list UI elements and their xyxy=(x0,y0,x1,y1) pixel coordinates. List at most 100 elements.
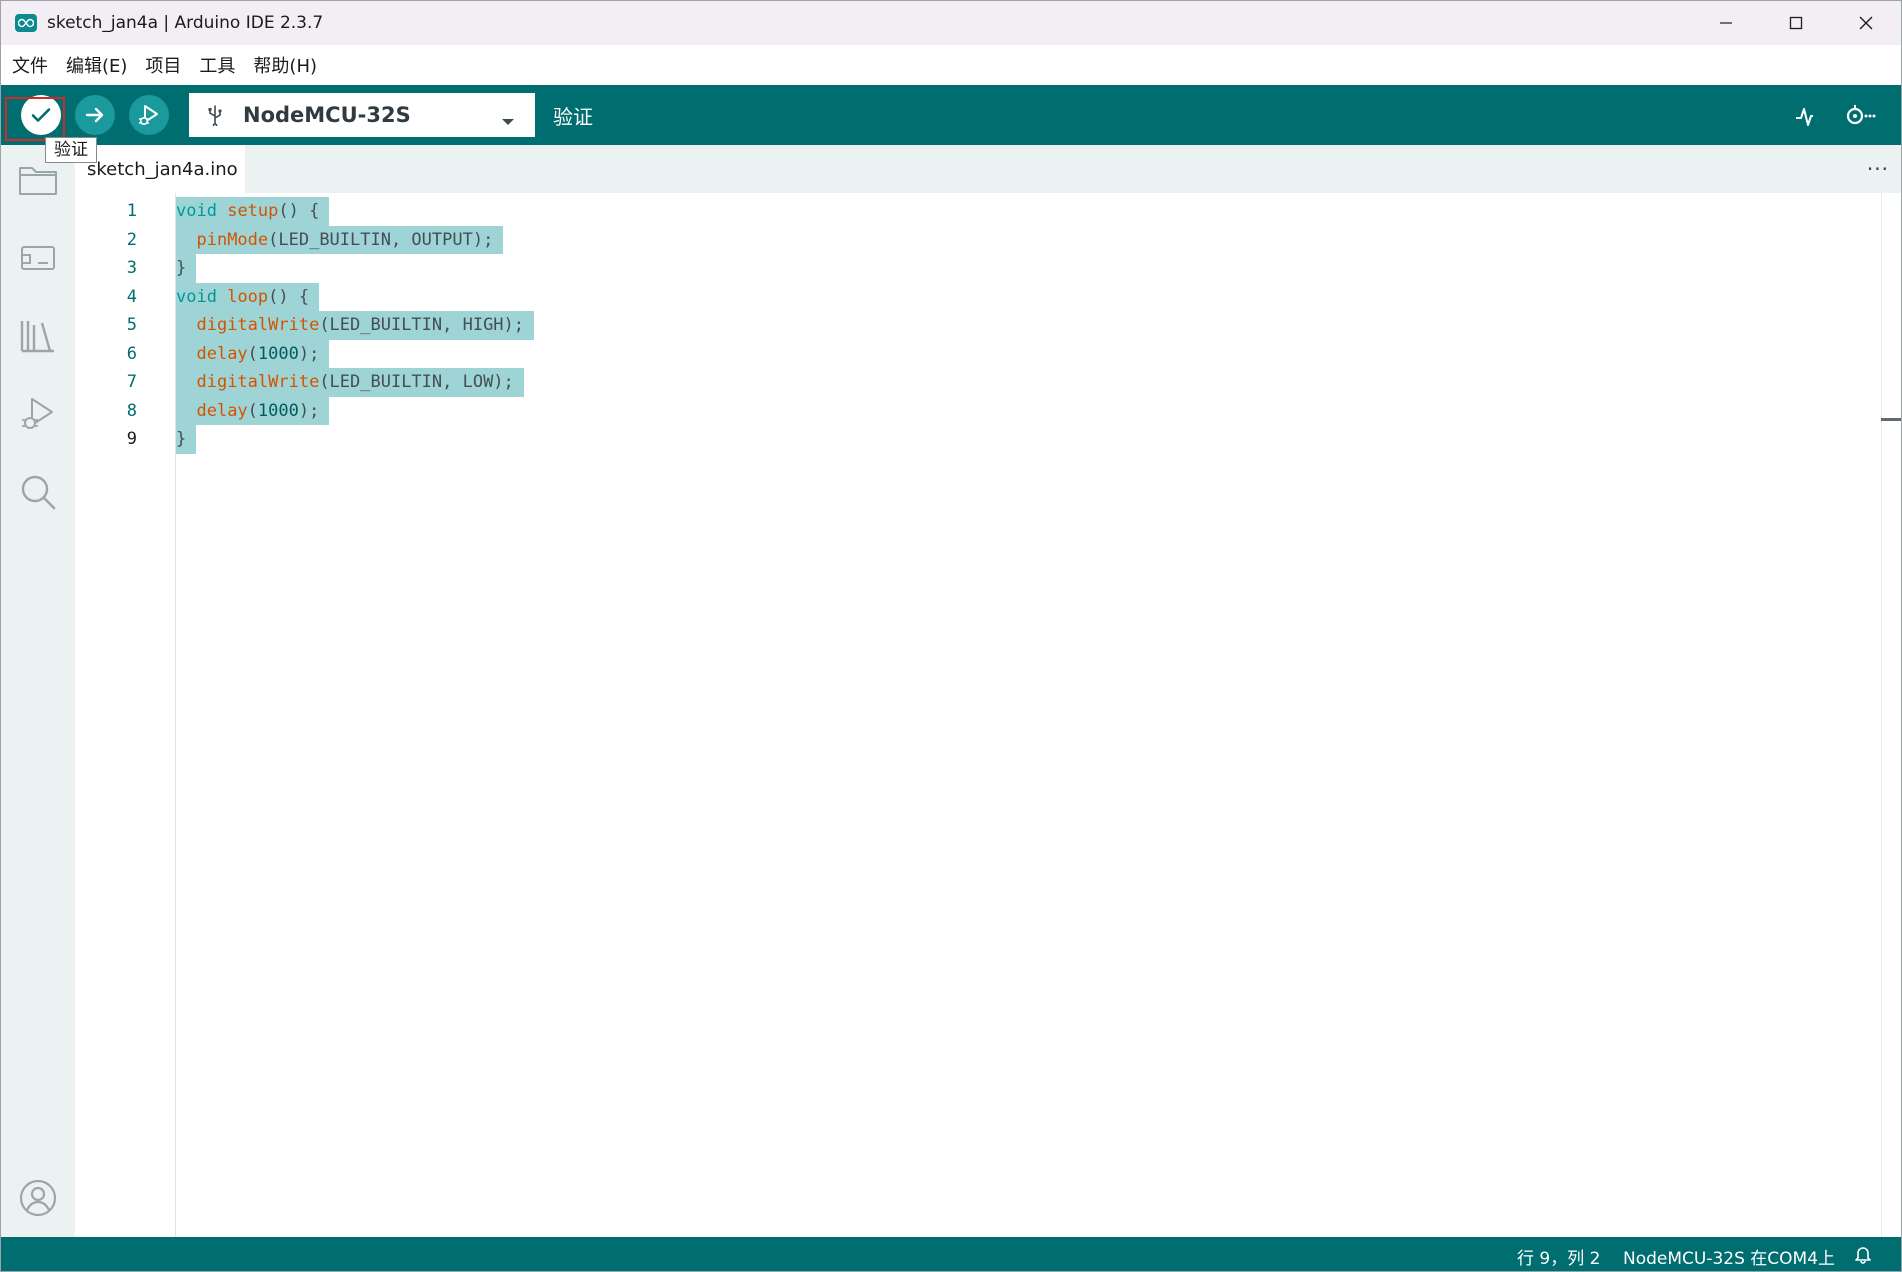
close-icon xyxy=(1859,16,1873,30)
code-token: pinMode xyxy=(196,229,269,250)
code-token: (LED_BUILTIN, HIGH); xyxy=(319,315,525,335)
code-line[interactable]: delay(1000); xyxy=(176,339,330,368)
code-token: ( xyxy=(247,400,258,421)
selected-code: } xyxy=(176,425,197,454)
code-token: ); xyxy=(298,400,320,421)
code-area[interactable]: void setup() { pinMode(LED_BUILTIN, OUTP… xyxy=(175,193,1875,1237)
serial-plotter-button[interactable] xyxy=(1791,99,1825,133)
code-token: ); xyxy=(298,343,320,364)
debug-sidebar-button[interactable] xyxy=(17,393,59,435)
sketchbook-button[interactable] xyxy=(17,159,59,201)
serial-plotter-icon xyxy=(1796,108,1813,126)
selected-code: void loop() { xyxy=(176,282,320,311)
chevron-down-icon xyxy=(501,111,515,130)
code-editor[interactable]: 123456789 void setup() { pinMode(LED_BUI… xyxy=(75,193,1883,1237)
account-icon xyxy=(19,1179,57,1217)
close-button[interactable] xyxy=(1831,1,1901,45)
line-number: 1 xyxy=(126,201,137,221)
bell-icon[interactable] xyxy=(1853,1244,1873,1264)
board-selector[interactable]: NodeMCU-32S xyxy=(189,93,535,137)
line-number: 5 xyxy=(126,315,137,335)
line-number: 7 xyxy=(126,372,137,392)
code-token: () { xyxy=(278,201,320,221)
code-token: digitalWrite xyxy=(196,372,320,392)
more-tabs-icon[interactable]: ··· xyxy=(1867,157,1889,181)
sidebar xyxy=(1,145,75,1237)
code-token: 1000 xyxy=(257,343,299,364)
selected-code: delay(1000); xyxy=(176,396,330,425)
board-port-status[interactable]: NodeMCU-32S 在COM4上 xyxy=(1623,1244,1835,1269)
selected-code: void setup() { xyxy=(176,197,330,226)
code-line[interactable]: delay(1000); xyxy=(176,396,330,425)
title-bar: sketch_jan4a | Arduino IDE 2.3.7 xyxy=(1,1,1901,45)
line-number: 9 xyxy=(126,429,137,449)
code-token: loop xyxy=(227,286,269,307)
line-number-gutter: 1 2 3 4 5 6 7 8 9 xyxy=(75,193,175,1237)
code-token: } xyxy=(176,258,187,278)
line-number: 8 xyxy=(126,400,137,421)
code-token: void xyxy=(176,201,217,221)
line-number: 6 xyxy=(126,343,137,364)
serial-monitor-button[interactable] xyxy=(1843,99,1877,133)
selected-code: } xyxy=(176,254,197,283)
menu-tools[interactable]: 工具 xyxy=(190,52,244,78)
boards-manager-button[interactable] xyxy=(17,237,59,279)
code-token: ( xyxy=(247,343,258,364)
arrow-right-icon xyxy=(85,107,104,123)
menu-edit[interactable]: 编辑(E) xyxy=(57,52,136,78)
selected-code: delay(1000); xyxy=(176,339,330,368)
upload-button[interactable] xyxy=(75,95,115,135)
selected-code: digitalWrite(LED_BUILTIN, HIGH); xyxy=(176,311,535,340)
code-line[interactable]: } xyxy=(176,254,197,283)
maximize-icon xyxy=(1789,16,1803,30)
code-line[interactable]: pinMode(LED_BUILTIN, OUTPUT); xyxy=(176,225,504,254)
code-token: (LED_BUILTIN, OUTPUT); xyxy=(268,229,494,250)
folder-icon xyxy=(19,167,57,195)
menu-help[interactable]: 帮助(H) xyxy=(244,52,326,78)
scrollbar-cursor-marker xyxy=(1881,418,1901,421)
code-token: void xyxy=(176,286,217,307)
code-line[interactable]: digitalWrite(LED_BUILTIN, HIGH); xyxy=(176,311,535,340)
verify-highlight-box xyxy=(5,97,65,141)
tab-sketch-file[interactable]: sketch_jan4a.ino xyxy=(75,145,245,193)
library-icon xyxy=(20,321,54,353)
line-number: 3 xyxy=(126,258,137,278)
toolbar: NodeMCU-32S 验证 xyxy=(1,85,1901,145)
window-controls xyxy=(1691,1,1901,45)
toolbar-status-text: 验证 xyxy=(553,105,593,129)
vertical-scrollbar[interactable] xyxy=(1881,193,1901,1237)
usb-icon xyxy=(207,104,229,126)
code-line[interactable]: void loop() { xyxy=(176,282,320,311)
menu-file[interactable]: 文件 xyxy=(1,52,57,78)
code-token: } xyxy=(176,429,187,449)
search-button[interactable] xyxy=(17,471,59,513)
status-bar: 行 9，列 2 NodeMCU-32S 在COM4上 xyxy=(1,1237,1901,1271)
debug-icon xyxy=(22,398,53,429)
debug-play-icon xyxy=(139,105,158,126)
selected-code: pinMode(LED_BUILTIN, OUTPUT); xyxy=(176,225,504,254)
menu-sketch[interactable]: 项目 xyxy=(136,52,190,78)
editor-tab-bar: sketch_jan4a.ino ··· xyxy=(75,145,1901,193)
code-line[interactable]: } xyxy=(176,425,197,454)
account-button[interactable] xyxy=(17,1177,59,1219)
minimize-button[interactable] xyxy=(1691,1,1761,45)
arduino-logo-icon xyxy=(15,14,37,32)
code-token: setup xyxy=(227,201,279,221)
cursor-position[interactable]: 行 9，列 2 xyxy=(1517,1244,1600,1269)
maximize-button[interactable] xyxy=(1761,1,1831,45)
board-manager-icon xyxy=(21,246,55,270)
code-line[interactable]: void setup() { xyxy=(176,197,330,226)
line-number: 4 xyxy=(126,286,137,307)
debug-button[interactable] xyxy=(129,95,169,135)
line-number: 2 xyxy=(126,229,137,250)
serial-monitor-icon xyxy=(1846,105,1876,125)
window-title: sketch_jan4a | Arduino IDE 2.3.7 xyxy=(47,13,324,33)
library-manager-button[interactable] xyxy=(17,315,59,357)
menu-bar: 文件 编辑(E) 项目 工具 帮助(H) xyxy=(1,45,1901,85)
code-line[interactable]: digitalWrite(LED_BUILTIN, LOW); xyxy=(176,368,524,397)
